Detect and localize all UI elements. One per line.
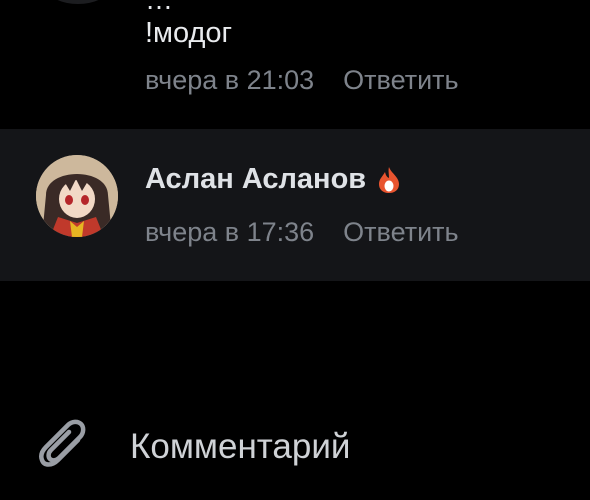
comments-screen: … !модог вчера в 21:03 Ответить Аслан Асл… (0, 0, 590, 500)
reply-button[interactable]: Ответить (343, 65, 458, 95)
comment-text: !модог (145, 17, 233, 49)
comment-author-line: Аслан Асланов (145, 165, 400, 194)
paperclip-icon[interactable] (38, 418, 90, 474)
comment-meta: вчера в 21:03 Ответить (145, 67, 459, 94)
comment-timestamp: вчера в 17:36 (145, 217, 315, 247)
comment-author[interactable]: Аслан Асланов (145, 165, 366, 194)
comment-input[interactable] (130, 424, 560, 470)
flame-icon (378, 166, 400, 194)
comment-author[interactable]: … (145, 0, 173, 14)
avatar[interactable] (36, 155, 118, 237)
comment-meta: вчера в 17:36 Ответить (145, 219, 459, 246)
avatar[interactable] (48, 0, 108, 4)
reply-button[interactable]: Ответить (343, 217, 458, 247)
comment-timestamp: вчера в 21:03 (145, 65, 315, 95)
avatar-image (36, 155, 118, 237)
